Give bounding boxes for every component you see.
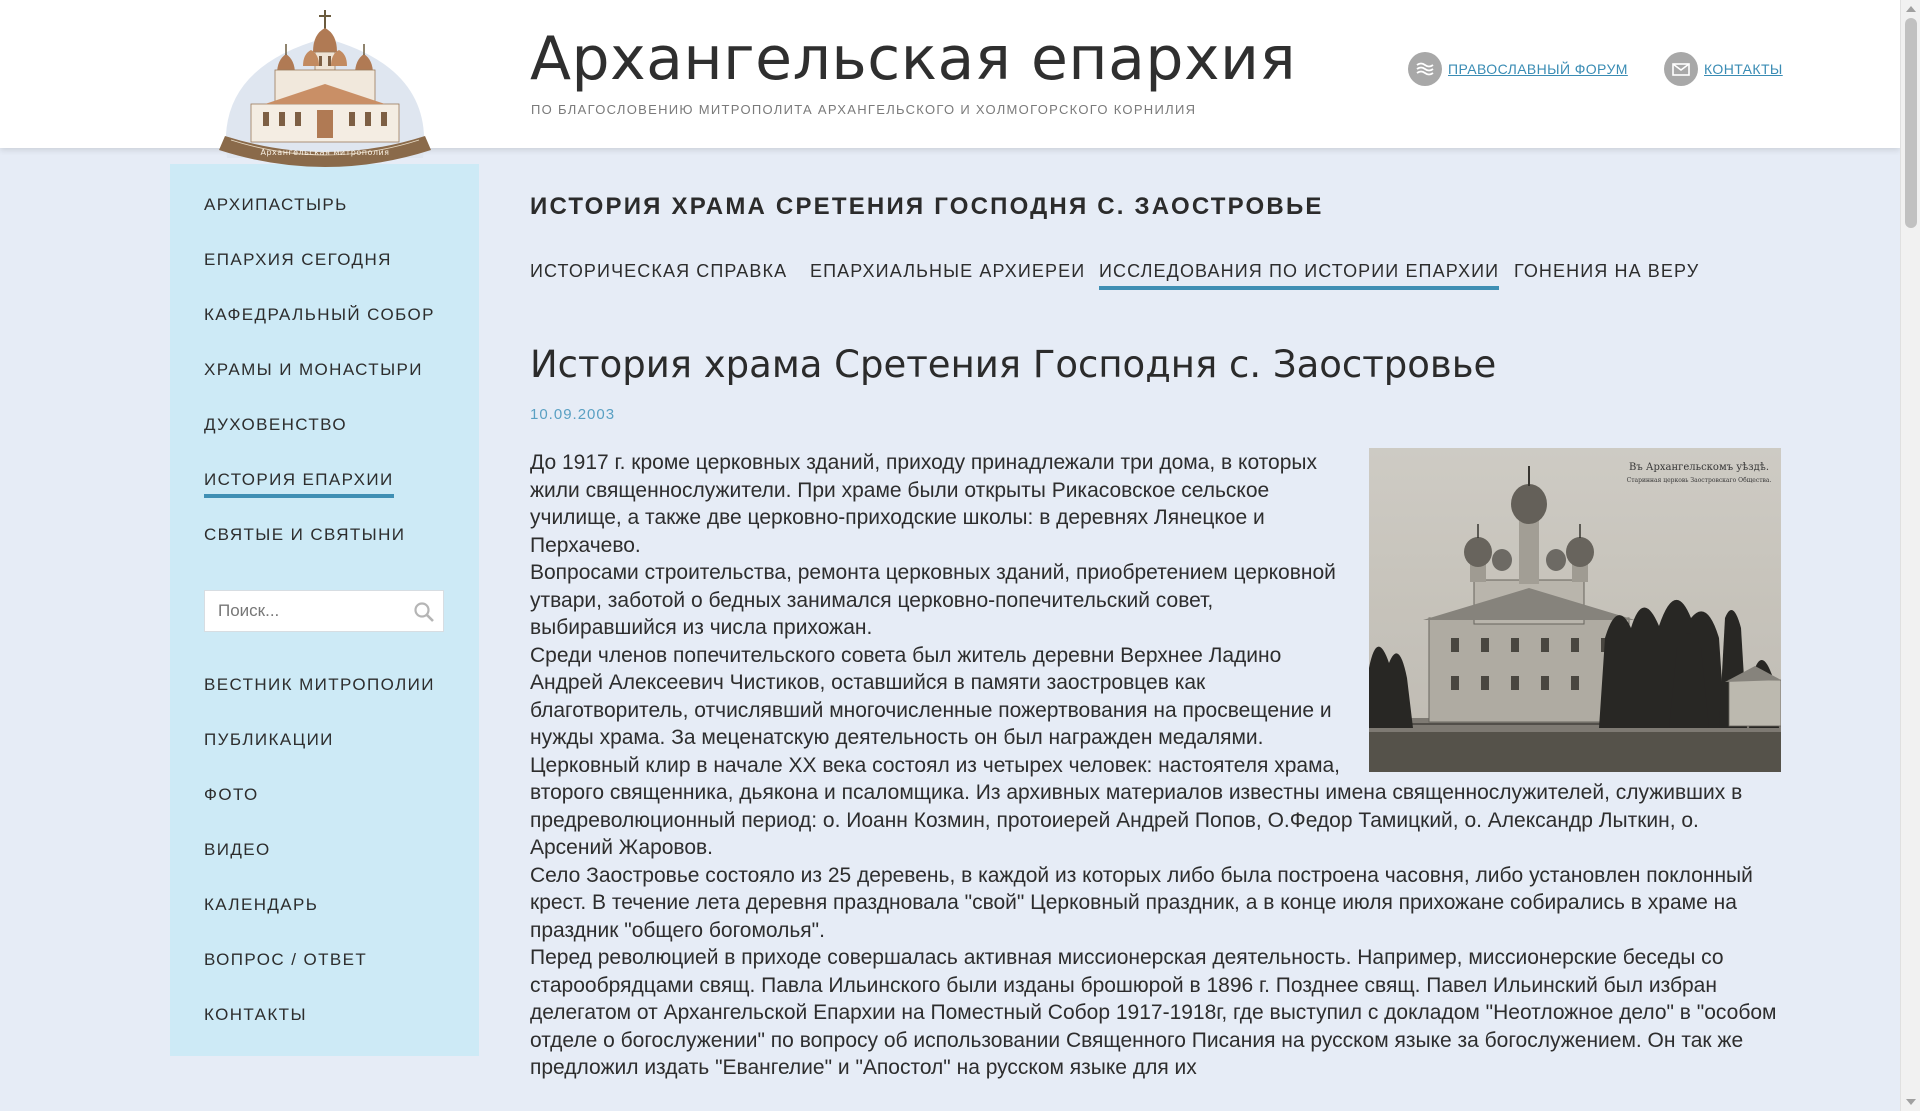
sidebar-item-bulletin[interactable]: ВЕСТНИК МИТРОПОЛИИ <box>204 675 435 695</box>
forum-link-label[interactable]: ПРАВОСЛАВНЫЙ ФОРУМ <box>1448 61 1628 77</box>
mail-icon <box>1664 52 1698 86</box>
sidebar-item-diocese-today[interactable]: ЕПАРХИЯ СЕГОДНЯ <box>204 250 392 270</box>
article-date: 10.09.2003 <box>530 406 616 423</box>
contacts-link-label[interactable]: КОНТАКТЫ <box>1704 61 1783 77</box>
sidebar-nav: АРХИПАСТЫРЬ ЕПАРХИЯ СЕГОДНЯ КАФЕДРАЛЬНЫЙ… <box>170 164 479 1056</box>
sidebar-item-calendar[interactable]: КАЛЕНДАРЬ <box>204 895 318 915</box>
sidebar-item-publications[interactable]: ПУБЛИКАЦИИ <box>204 730 334 750</box>
tab-research[interactable]: ИССЛЕДОВАНИЯ ПО ИСТОРИИ ЕПАРХИИ <box>1099 261 1500 290</box>
scroll-up-icon[interactable] <box>1906 6 1916 12</box>
sidebar-item-video[interactable]: ВИДЕО <box>204 840 271 860</box>
tab-persecution[interactable]: ГОНЕНИЯ НА ВЕРУ <box>1514 261 1699 282</box>
article-body: До 1917 г. кроме церковных зданий, прихо… <box>530 449 1783 1082</box>
sidebar-item-faq[interactable]: ВОПРОС / ОТВЕТ <box>204 950 367 970</box>
site-title[interactable]: Архангельская епархия <box>530 24 1296 94</box>
forum-icon <box>1408 52 1442 86</box>
diocese-logo[interactable]: Архангельская митрополия <box>205 8 445 173</box>
tab-diocesan-bishops[interactable]: ЕПАРХИАЛЬНЫЕ АРХИЕРЕИ <box>810 261 1085 282</box>
scroll-down-icon[interactable] <box>1906 1099 1916 1105</box>
article-paragraph: Село Заостровье состояло из 25 деревень,… <box>530 863 1753 942</box>
site-subtitle: По благословению Митрополита Архангельск… <box>531 102 1197 117</box>
search-box <box>204 590 444 632</box>
article-paragraph: Перед революцией в приходе совершалась а… <box>530 946 1777 1079</box>
sidebar-item-saints[interactable]: СВЯТЫЕ И СВЯТЫНИ <box>204 525 405 545</box>
contacts-link[interactable]: КОНТАКТЫ <box>1664 52 1783 86</box>
sidebar-item-clergy[interactable]: ДУХОВЕНСТВО <box>204 415 347 435</box>
sidebar-item-contacts[interactable]: КОНТАКТЫ <box>204 1005 307 1025</box>
tab-historical-reference[interactable]: ИСТОРИЧЕСКАЯ СПРАВКА <box>530 261 787 282</box>
sidebar-item-churches[interactable]: ХРАМЫ И МОНАСТЫРИ <box>204 360 423 380</box>
forum-link[interactable]: ПРАВОСЛАВНЫЙ ФОРУМ <box>1408 52 1628 86</box>
article-title: История храма Сретения Господня с. Заост… <box>530 343 1497 386</box>
search-icon[interactable] <box>413 601 435 628</box>
sidebar-item-cathedral[interactable]: КАФЕДРАЛЬНЫЙ СОБОР <box>204 305 435 325</box>
section-title: ИСТОРИЯ ХРАМА СРЕТЕНИЯ ГОСПОДНЯ С. ЗАОСТ… <box>530 193 1324 220</box>
search-input[interactable] <box>205 601 405 621</box>
sidebar-item-archpastor[interactable]: АРХИПАСТЫРЬ <box>204 195 348 215</box>
page-scrollbar[interactable] <box>1900 0 1920 1111</box>
sidebar-item-history[interactable]: ИСТОРИЯ ЕПАРХИИ <box>204 470 394 498</box>
scrollbar-thumb[interactable] <box>1905 18 1917 228</box>
logo-ribbon-text: Архангельская митрополия <box>261 148 390 157</box>
sidebar-item-photo[interactable]: ФОТО <box>204 785 259 805</box>
